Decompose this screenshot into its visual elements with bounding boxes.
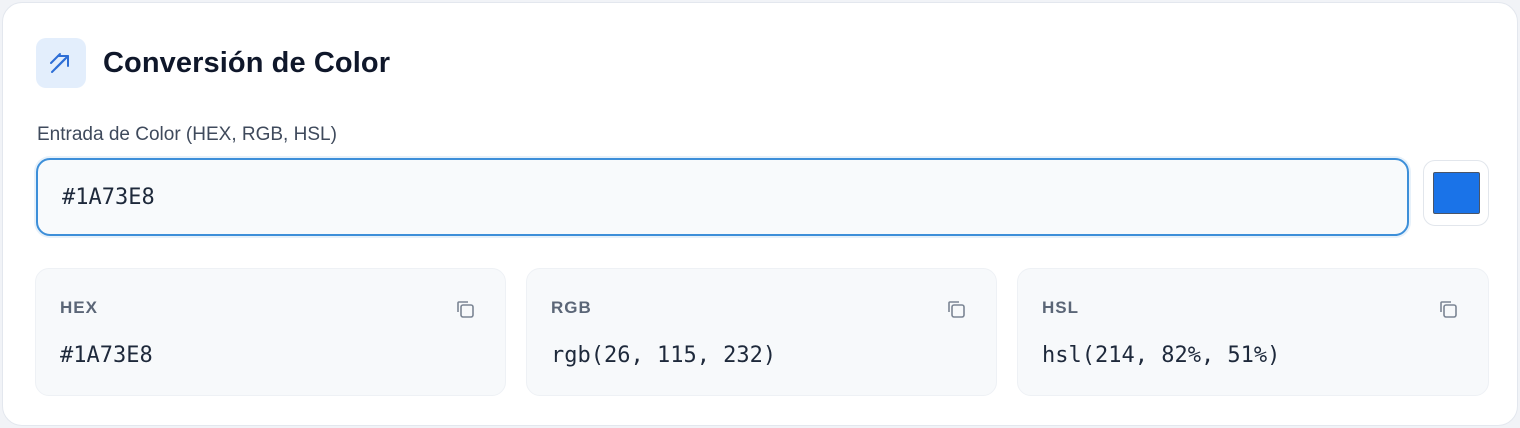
hsl-value: hsl(214, 82%, 51%) bbox=[1042, 343, 1281, 368]
rgb-label: RGB bbox=[551, 298, 592, 317]
color-picker-button[interactable] bbox=[1423, 160, 1489, 226]
color-input-label: Entrada de Color (HEX, RGB, HSL) bbox=[37, 124, 337, 145]
card-header: Conversión de Color bbox=[36, 38, 390, 88]
hsl-result: HSL hsl(214, 82%, 51%) bbox=[1017, 268, 1489, 396]
hsl-label: HSL bbox=[1042, 298, 1079, 317]
hex-value: #1A73E8 bbox=[60, 343, 153, 368]
copy-icon[interactable] bbox=[943, 296, 969, 322]
copy-icon[interactable] bbox=[1435, 296, 1461, 322]
arrow-up-right-icon bbox=[36, 38, 86, 88]
color-input[interactable] bbox=[36, 158, 1409, 236]
rgb-value: rgb(26, 115, 232) bbox=[551, 343, 777, 368]
page-title: Conversión de Color bbox=[103, 46, 391, 79]
hex-result: HEX #1A73E8 bbox=[35, 268, 506, 396]
hex-label: HEX bbox=[60, 298, 98, 317]
rgb-result: RGB rgb(26, 115, 232) bbox=[526, 268, 997, 396]
color-conversion-card: Conversión de Color Entrada de Color (HE… bbox=[2, 2, 1518, 426]
color-swatch bbox=[1432, 172, 1480, 214]
copy-icon[interactable] bbox=[452, 296, 478, 322]
